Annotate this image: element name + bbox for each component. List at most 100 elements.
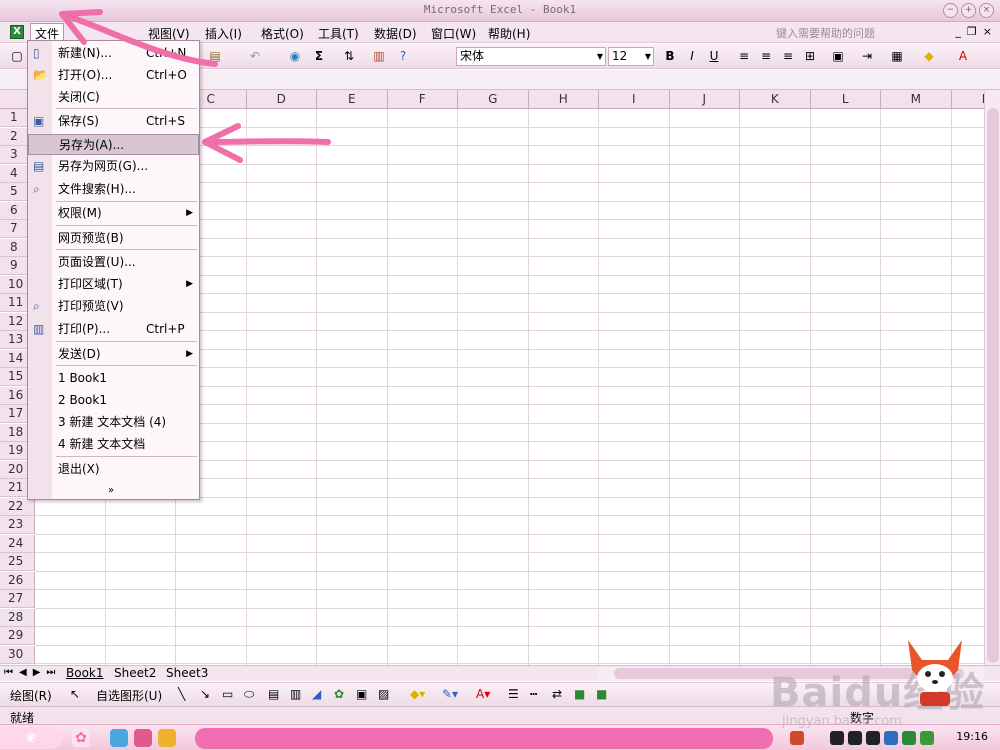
- line-color-icon[interactable]: ✎▾: [442, 687, 458, 701]
- italic-button[interactable]: I: [683, 48, 701, 65]
- file-menu-item[interactable]: 关闭(C): [28, 87, 199, 108]
- next-sheet-icon[interactable]: ▶: [33, 667, 41, 678]
- arrow-tool-icon[interactable]: ↘: [200, 687, 210, 701]
- font-name-select[interactable]: 宋体 ▼: [456, 47, 606, 66]
- file-menu-item[interactable]: 3 新建 文本文档 (4): [28, 412, 199, 433]
- undo-icon[interactable]: ↶: [246, 48, 264, 65]
- file-menu-item[interactable]: 1 Book1: [28, 368, 199, 389]
- row-header[interactable]: 28: [0, 608, 35, 627]
- expand-menu-icon[interactable]: »: [108, 485, 114, 496]
- file-menu-item[interactable]: 📂 打开(O)... Ctrl+O: [28, 65, 199, 86]
- tray-app-icon[interactable]: [790, 731, 804, 745]
- sheet-tab-sheet3[interactable]: Sheet3: [166, 666, 208, 680]
- vertical-scrollbar[interactable]: [984, 90, 1000, 665]
- column-header[interactable]: G: [458, 90, 529, 109]
- autoshapes-button[interactable]: 自选图形(U): [96, 687, 162, 704]
- menu-window[interactable]: 窗口(W): [431, 25, 476, 42]
- start-button[interactable]: ❀: [0, 727, 62, 749]
- quicklaunch-media-icon[interactable]: [134, 729, 152, 747]
- row-header[interactable]: 22: [0, 497, 35, 516]
- row-header[interactable]: 30: [0, 645, 35, 664]
- sort-ascending-icon[interactable]: ⇅: [340, 48, 358, 65]
- row-header[interactable]: 29: [0, 627, 35, 645]
- tray-security-icon[interactable]: [920, 731, 934, 745]
- tray-network-icon[interactable]: [884, 731, 898, 745]
- fill-color-icon[interactable]: ◆▾: [410, 687, 425, 701]
- prev-sheet-icon[interactable]: ◀: [19, 667, 27, 678]
- chart-wizard-icon[interactable]: ▥: [370, 48, 388, 65]
- maximize-button[interactable]: +: [961, 3, 976, 18]
- arrow-style-icon[interactable]: ⇄: [552, 687, 562, 701]
- borders-icon[interactable]: ▦: [888, 48, 906, 65]
- file-menu-item[interactable]: ⌕ 打印预览(V): [28, 296, 199, 317]
- menu-help[interactable]: 帮助(H): [488, 25, 530, 42]
- font-color-icon[interactable]: A: [954, 48, 972, 65]
- merge-center-icon[interactable]: ⊞: [801, 48, 819, 65]
- file-menu-item[interactable]: 发送(D) ▶: [28, 344, 199, 365]
- vertical-textbox-icon[interactable]: ▥: [290, 687, 301, 701]
- close-button[interactable]: ×: [979, 3, 994, 18]
- file-menu-item[interactable]: 打印区域(T) ▶: [28, 274, 199, 295]
- currency-icon[interactable]: ▣: [829, 48, 847, 65]
- line-tool-icon[interactable]: ╲: [178, 687, 185, 701]
- file-menu-item[interactable]: 退出(X): [28, 459, 199, 480]
- file-menu-item[interactable]: 另存为(A)...: [28, 134, 199, 155]
- select-pointer-icon[interactable]: ↖: [70, 687, 80, 701]
- autosum-icon[interactable]: Σ: [310, 48, 328, 65]
- help-search-box[interactable]: 键入需要帮助的问题: [776, 25, 940, 40]
- tray-qq-icon[interactable]: [830, 731, 844, 745]
- draw-menu-button[interactable]: 绘图(R): [10, 687, 52, 704]
- picture-icon[interactable]: ▨: [378, 687, 389, 701]
- row-header[interactable]: 26: [0, 571, 35, 590]
- row-header[interactable]: 23: [0, 516, 35, 534]
- menu-tools[interactable]: 工具(T): [318, 25, 359, 42]
- file-menu-item[interactable]: ⌕ 文件搜索(H)...: [28, 179, 199, 200]
- doc-restore-button[interactable]: ❐: [967, 25, 977, 38]
- clipart-icon[interactable]: ▣: [356, 687, 367, 701]
- file-menu-item[interactable]: 2 Book1: [28, 390, 199, 411]
- row-header[interactable]: 27: [0, 590, 35, 608]
- sheet-tab-sheet2[interactable]: Sheet2: [114, 666, 156, 680]
- textbox-tool-icon[interactable]: ▤: [268, 687, 279, 701]
- column-header[interactable]: K: [740, 90, 811, 109]
- column-header[interactable]: N: [951, 90, 984, 109]
- last-sheet-icon[interactable]: ⏭: [46, 667, 55, 678]
- file-menu-item[interactable]: 页面设置(U)...: [28, 252, 199, 273]
- line-style-icon[interactable]: ☰: [508, 687, 519, 701]
- taskbar-window-button[interactable]: [195, 728, 773, 749]
- new-document-icon[interactable]: ▢: [8, 48, 26, 65]
- quicklaunch-app-icon[interactable]: [158, 729, 176, 747]
- tray-volume-icon[interactable]: [902, 731, 916, 745]
- diagram-icon[interactable]: ✿: [334, 687, 344, 701]
- column-header[interactable]: J: [669, 90, 740, 109]
- wordart-icon[interactable]: ◢: [312, 687, 321, 701]
- doc-minimize-button[interactable]: _: [955, 25, 961, 38]
- quicklaunch-flower-icon[interactable]: ✿: [72, 729, 90, 747]
- indent-icon[interactable]: ⇥: [858, 48, 876, 65]
- shadow-style-icon[interactable]: ■: [574, 687, 585, 701]
- column-header[interactable]: M: [881, 90, 952, 109]
- sheet-tab-book1[interactable]: Book1: [66, 666, 104, 680]
- file-menu-item[interactable]: ▯ 新建(N)... Ctrl+N: [28, 43, 199, 64]
- underline-button[interactable]: U: [705, 48, 723, 65]
- file-menu-item[interactable]: 网页预览(B): [28, 228, 199, 249]
- file-menu-item[interactable]: ▣ 保存(S) Ctrl+S: [28, 111, 199, 132]
- paste-icon[interactable]: ▤: [206, 48, 224, 65]
- first-sheet-icon[interactable]: ⏮: [4, 667, 13, 678]
- column-header[interactable]: E: [317, 90, 388, 109]
- align-left-icon[interactable]: ≡: [735, 48, 753, 65]
- align-right-icon[interactable]: ≡: [779, 48, 797, 65]
- column-header[interactable]: D: [246, 90, 317, 109]
- menu-data[interactable]: 数据(D): [374, 25, 417, 42]
- tray-qq-icon[interactable]: [848, 731, 862, 745]
- file-menu-item[interactable]: ▥ 打印(P)... Ctrl+P: [28, 319, 199, 340]
- column-header[interactable]: L: [810, 90, 881, 109]
- bold-button[interactable]: B: [661, 48, 679, 65]
- oval-tool-icon[interactable]: ⬭: [244, 687, 254, 702]
- 3d-style-icon[interactable]: ■: [596, 687, 607, 701]
- fill-color-icon[interactable]: ◆: [920, 48, 938, 65]
- align-center-icon[interactable]: ≡: [757, 48, 775, 65]
- font-color-icon[interactable]: A▾: [476, 687, 490, 701]
- column-header[interactable]: I: [599, 90, 670, 109]
- file-menu-item[interactable]: 权限(M) ▶: [28, 203, 199, 224]
